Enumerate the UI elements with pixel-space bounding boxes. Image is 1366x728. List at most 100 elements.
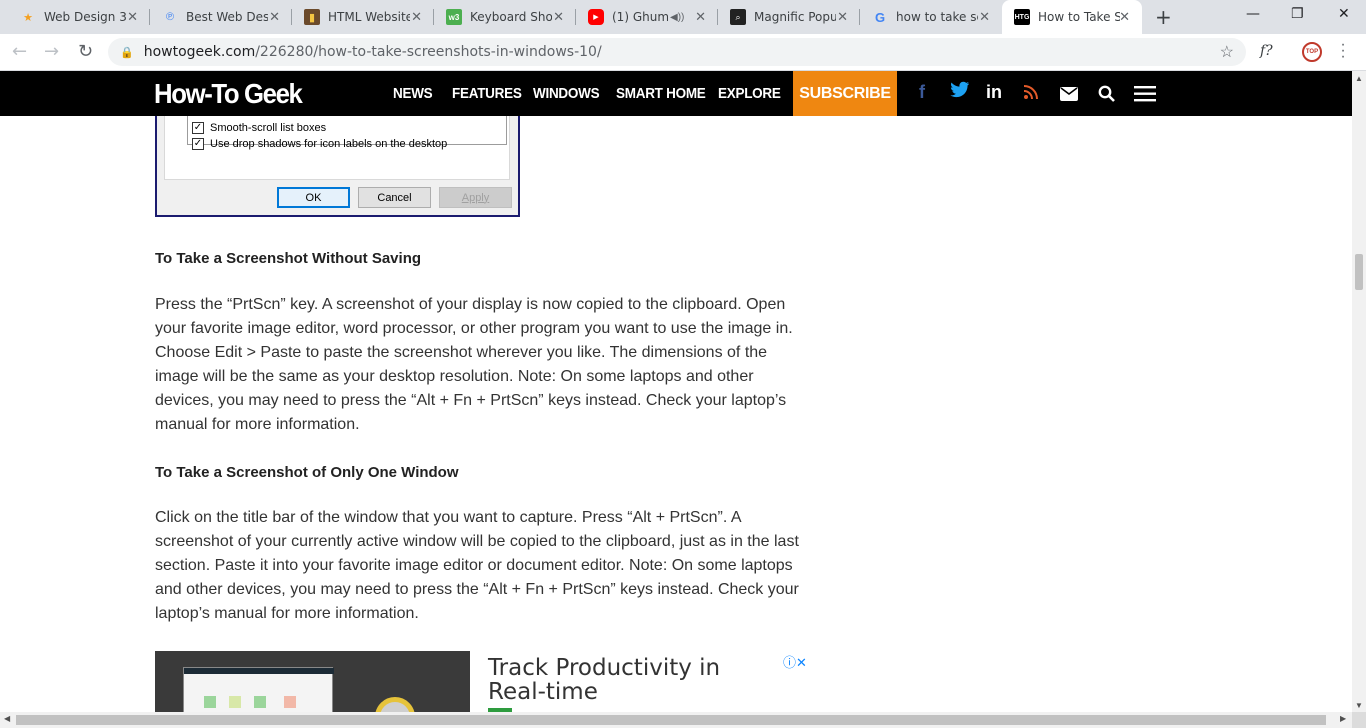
nav-explore[interactable]: EXPLORE (718, 85, 781, 102)
url-text[interactable]: howtogeek.com/226280/how-to-take-screens… (144, 44, 602, 60)
subscribe-button[interactable]: SUBSCRIBE (793, 71, 897, 116)
scroll-down-icon[interactable]: ▼ (1355, 701, 1363, 710)
close-window-icon[interactable]: ✕ (1338, 6, 1350, 22)
dialog-apply-button: Apply (439, 187, 512, 208)
facebook-icon[interactable]: f (919, 82, 925, 103)
close-tab-icon[interactable]: ✕ (1119, 10, 1130, 25)
article-content: ✓ Smooth-scroll list boxes ✓ Use drop sh… (0, 116, 1352, 712)
url-host: howtogeek.com (143, 44, 256, 60)
scrollbar-corner (1352, 712, 1366, 728)
browser-tab[interactable]: G how to take sc ✕ (860, 0, 1002, 34)
browser-tab[interactable]: ℗ Best Web Desi ✕ (150, 0, 292, 34)
vertical-scrollbar[interactable]: ▲ ▼ (1352, 71, 1366, 712)
email-icon[interactable] (1060, 85, 1078, 106)
checkbox-drop-shadows: ✓ Use drop shadows for icon labels on th… (192, 138, 447, 150)
lock-icon[interactable]: 🔒 (120, 46, 134, 59)
close-tab-icon[interactable]: ✕ (269, 10, 280, 25)
youtube-icon: ▶ (588, 9, 604, 25)
close-tab-icon[interactable]: ✕ (837, 10, 848, 25)
article-paragraph: Press the “PrtScn” key. A screenshot of … (155, 296, 793, 433)
search-icon[interactable] (1098, 85, 1116, 108)
twitter-icon[interactable] (950, 81, 970, 104)
linkedin-icon[interactable]: in (986, 82, 1002, 103)
menu-icon[interactable]: · · · (1340, 37, 1346, 65)
nav-smart-home[interactable]: SMART HOME (616, 85, 706, 102)
checkbox-label: Smooth-scroll list boxes (210, 122, 327, 134)
close-tab-icon[interactable]: ✕ (979, 10, 990, 25)
close-tab-icon[interactable]: ✕ (553, 10, 564, 25)
tab-title: how to take sc (896, 10, 978, 24)
tab-title: How to Take S (1038, 10, 1120, 24)
book-icon: ▮ (304, 9, 320, 25)
dialog-cancel-button: Cancel (358, 187, 431, 208)
scroll-up-icon[interactable]: ▲ (1355, 74, 1363, 83)
vertical-scroll-thumb[interactable] (1355, 254, 1363, 290)
browser-tab[interactable]: ▮ HTML Website ✕ (292, 0, 434, 34)
google-icon: G (874, 9, 886, 25)
horizontal-scroll-thumb[interactable] (16, 715, 1326, 725)
nav-news[interactable]: NEWS (393, 85, 433, 102)
tab-title: HTML Website (328, 10, 410, 24)
speaker-icon[interactable]: ◀)) (670, 12, 684, 23)
browser-tab[interactable]: w3 Keyboard Shor ✕ (434, 0, 576, 34)
browser-tab[interactable]: ▶ (1) Ghum ◀)) ✕ (576, 0, 718, 34)
tab-strip: ★ Web Design 3( ✕ ℗ Best Web Desi ✕ ▮ HT… (0, 0, 1366, 34)
checkmark-icon: ✓ (192, 122, 204, 134)
dialog-ok-button: OK (277, 187, 350, 208)
ad-screen-block (229, 696, 241, 708)
restore-icon[interactable]: ❐ (1291, 6, 1304, 22)
htg-icon: HTG (1014, 9, 1030, 25)
checkbox-smooth-scroll: ✓ Smooth-scroll list boxes (192, 122, 326, 134)
scroll-right-icon[interactable]: ▶ (1340, 714, 1346, 723)
rss-icon[interactable] (1023, 84, 1039, 105)
hamburger-menu-icon[interactable] (1134, 86, 1156, 107)
address-bar[interactable]: 🔒 howtogeek.com/226280/how-to-take-scree… (108, 38, 1246, 66)
ad-title[interactable]: Track Productivity in Real-time (488, 656, 768, 704)
ad-screen-bar (184, 668, 334, 674)
close-tab-icon[interactable]: ✕ (695, 10, 706, 25)
checkbox-label: Use drop shadows for icon labels on the … (210, 138, 448, 150)
pinterest-icon: ℗ (165, 11, 175, 23)
w3-icon: w3 (446, 9, 462, 25)
browser-toolbar: ← → ↻ 🔒 howtogeek.com/226280/how-to-take… (0, 34, 1366, 71)
section-heading: To Take a Screenshot Without Saving (155, 250, 422, 267)
close-tab-icon[interactable]: ✕ (127, 10, 138, 25)
ad-screen-block (204, 696, 216, 708)
site-header: How-To Geek NEWS FEATURES WINDOWS SMART … (0, 71, 1352, 116)
tab-title: (1) Ghum (612, 10, 668, 24)
browser-tab[interactable]: ⌕ Magnific Popu ✕ (718, 0, 860, 34)
nav-windows[interactable]: WINDOWS (533, 85, 600, 102)
checkmark-icon: ✓ (192, 138, 204, 150)
scroll-left-icon[interactable]: ◀ (4, 714, 10, 723)
article-paragraph: Click on the title bar of the window tha… (155, 509, 799, 622)
ad-gauge (375, 697, 415, 712)
back-icon[interactable]: ← (12, 41, 27, 62)
tab-title: Best Web Desi (186, 10, 268, 24)
ad-screen-illustration (183, 667, 334, 712)
minimize-icon[interactable]: — (1246, 6, 1260, 22)
bookmark-star-icon[interactable]: ☆ (1220, 42, 1234, 62)
forward-icon[interactable]: → (44, 41, 59, 62)
star-icon: ★ (23, 11, 33, 24)
dialog-panel: ✓ Smooth-scroll list boxes ✓ Use drop sh… (164, 116, 510, 180)
ad-screen-block (284, 696, 296, 708)
tab-title: Magnific Popu (754, 10, 836, 24)
horizontal-scrollbar[interactable]: ◀ ▶ (0, 712, 1352, 728)
browser-tab[interactable]: ★ Web Design 3( ✕ (8, 0, 150, 34)
tab-title: Web Design 3( (44, 10, 126, 24)
ad-image[interactable] (155, 651, 470, 712)
tab-title: Keyboard Shor (470, 10, 552, 24)
close-tab-icon[interactable]: ✕ (411, 10, 422, 25)
new-tab-button[interactable]: + (1155, 5, 1172, 29)
url-path: /226280/how-to-take-screenshots-in-windo… (255, 44, 602, 60)
top10-extension-icon[interactable]: TOP (1302, 42, 1322, 62)
site-logo[interactable]: How-To Geek (154, 78, 303, 110)
ad-info-close-icon[interactable]: ⓘ✕ (783, 652, 807, 671)
ad-screen-block (254, 696, 266, 708)
screenshot-dialog-image: ✓ Smooth-scroll list boxes ✓ Use drop sh… (155, 116, 520, 217)
reload-icon[interactable]: ↻ (78, 41, 93, 62)
section-heading: To Take a Screenshot of Only One Window (155, 464, 459, 481)
nav-features[interactable]: FEATURES (452, 85, 522, 102)
browser-tab-active[interactable]: HTG How to Take S ✕ (1002, 0, 1142, 34)
fonts-extension-icon[interactable]: f? (1260, 43, 1273, 59)
